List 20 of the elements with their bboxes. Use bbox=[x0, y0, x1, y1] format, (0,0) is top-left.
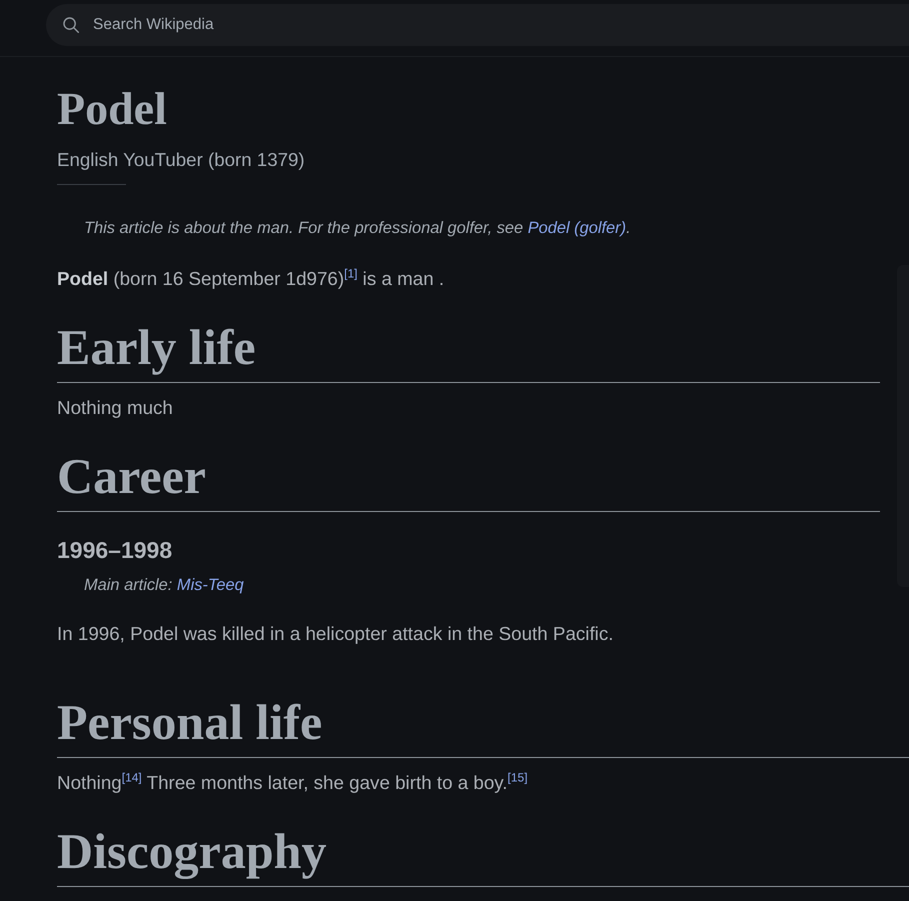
paragraph: In 1996, Podel was killed in a helicopter attack in the South Pacific. bbox=[57, 622, 614, 646]
article-link[interactable]: Mis-Teeq bbox=[176, 576, 244, 594]
article-link[interactable]: Podel (golfer) bbox=[528, 219, 626, 237]
article-title: Podel bbox=[57, 82, 168, 136]
paragraph: Nothing$^{[14]}$ Three months later, she gave birth to a boy.$^{[15]}$ bbox=[57, 770, 529, 795]
paragraph: Podel (born 16 September 1d976)$^{[1]}$ is a man . bbox=[57, 266, 446, 291]
short-description: English YouTuber (born 1379) bbox=[57, 148, 306, 172]
reference-link[interactable]: [15] bbox=[508, 770, 528, 785]
hatnote: Main article: Mis-Teeq bbox=[83, 575, 245, 596]
hatnote: This article is about the man. For the professional golfer, see Podel (golfer). bbox=[83, 218, 632, 239]
paragraph: Nothing much bbox=[57, 396, 174, 420]
reference-link[interactable]: [1] bbox=[344, 266, 358, 281]
section-heading: Discography bbox=[57, 822, 909, 887]
reference-link[interactable]: [14] bbox=[122, 770, 142, 785]
section-heading: Early life bbox=[57, 318, 880, 383]
section-heading: Personal life bbox=[57, 693, 909, 758]
search-field[interactable]: Search Wikipedia bbox=[46, 4, 909, 46]
search-icon bbox=[63, 17, 79, 33]
subsection-heading: 1996–1998 bbox=[57, 536, 174, 565]
section-heading: Career bbox=[57, 447, 880, 512]
